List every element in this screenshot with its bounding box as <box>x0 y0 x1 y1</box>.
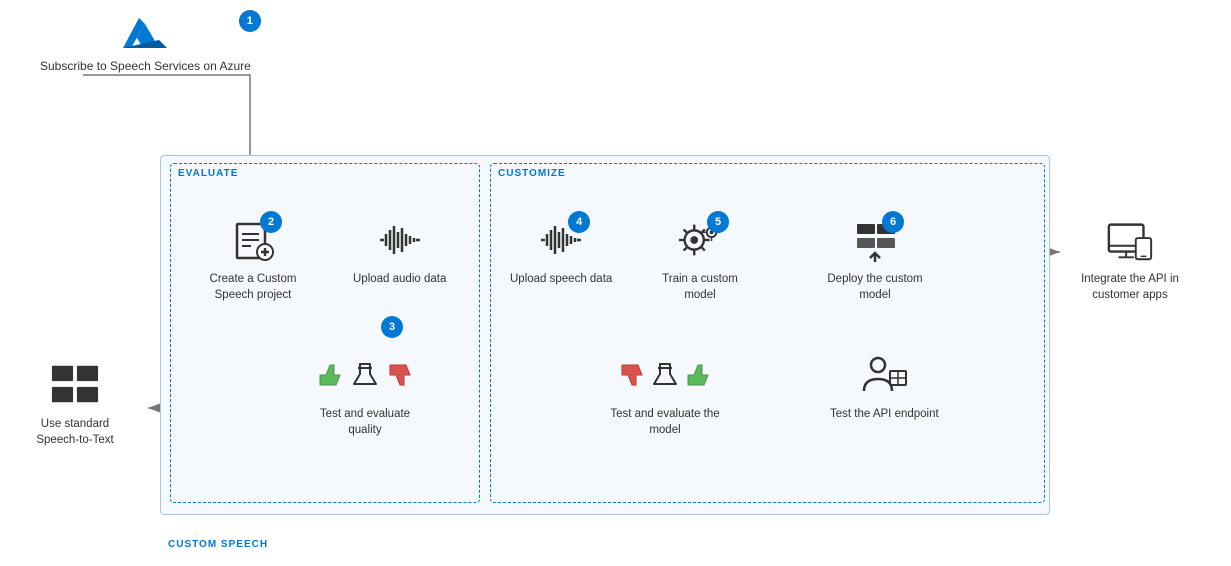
step3-node: Test and evaluate quality <box>310 350 420 438</box>
integrate-api-icon <box>1105 216 1155 264</box>
step1-node: Subscribe to Speech Services on Azure 1 <box>40 18 251 75</box>
stt-node: Use standard Speech-to-Text <box>20 360 130 448</box>
thumbs-up-icon <box>316 361 344 389</box>
test-model-label: Test and evaluate the model <box>610 406 720 438</box>
flask-model-icon <box>650 360 680 390</box>
label-custom-speech: CUSTOM SPEECH <box>168 539 268 550</box>
step4-badge: 4 <box>568 211 590 233</box>
step1-label: Subscribe to Speech Services on Azure <box>40 58 251 75</box>
step4-node: 4 Upload speech data <box>510 215 612 287</box>
step2-badge: 2 <box>260 211 282 233</box>
step5-label: Train a custom model <box>645 271 755 303</box>
audio-waveform-icon <box>376 216 424 264</box>
upload-audio-label: Upload audio data <box>353 271 446 287</box>
step5-node: 5 Train a custom model <box>645 215 755 303</box>
diagram-container: Subscribe to Speech Services on Azure 1 … <box>0 0 1231 566</box>
azure-logo-icon <box>123 18 167 54</box>
stt-label: Use standard Speech-to-Text <box>20 416 130 448</box>
thumbs-down-model-icon <box>618 361 646 389</box>
step4-label: Upload speech data <box>510 271 612 287</box>
upload-audio-node: Upload audio data <box>353 215 446 287</box>
step1-badge: 1 <box>239 10 261 32</box>
step3-label: Test and evaluate quality <box>310 406 420 438</box>
step7-node: Integrate the API in customer apps <box>1075 215 1185 303</box>
thumbs-up-model-icon <box>684 361 712 389</box>
step6-label: Deploy the custom model <box>820 271 930 303</box>
test-api-label: Test the API endpoint <box>830 406 939 422</box>
step5-badge: 5 <box>707 211 729 233</box>
test-api-icon <box>860 351 908 399</box>
speech-to-text-icon <box>50 361 100 409</box>
test-api-node: Test the API endpoint <box>830 350 939 422</box>
thumbs-down-icon <box>386 361 414 389</box>
step2-node: 2 Create a Custom Speech project <box>198 215 308 303</box>
step7-label: Integrate the API in customer apps <box>1075 271 1185 303</box>
step6-node: 6 Deploy the custom model <box>820 215 930 303</box>
step6-badge: 6 <box>882 211 904 233</box>
flask-icon <box>350 360 380 390</box>
label-evaluate: EVALUATE <box>178 168 238 179</box>
evaluate-box <box>170 163 480 503</box>
step2-label: Create a Custom Speech project <box>198 271 308 303</box>
label-customize: CUSTOMIZE <box>498 168 566 179</box>
step3-badge: 3 <box>381 316 403 338</box>
test-model-node: Test and evaluate the model <box>610 350 720 438</box>
